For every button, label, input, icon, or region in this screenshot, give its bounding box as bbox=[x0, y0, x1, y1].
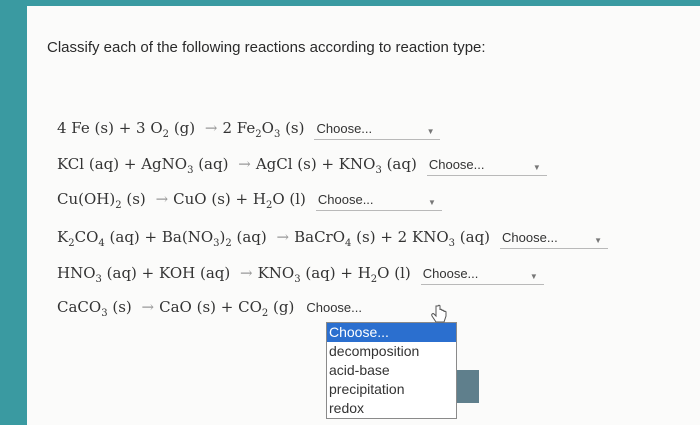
reaction-type-select-5[interactable]: Choose... ▼ bbox=[420, 266, 544, 285]
reaction-row-1: 4 Fe (s) + 3 O2 (g) → 2 Fe2O3 (s) Choose.… bbox=[57, 119, 441, 140]
reaction-type-select-6[interactable]: Choose... bbox=[304, 300, 382, 318]
reaction-type-select-2[interactable]: Choose... ▼ bbox=[426, 157, 547, 176]
option-precipitation[interactable]: precipitation bbox=[327, 380, 456, 399]
question-panel: Classify each of the following reactions… bbox=[27, 6, 700, 425]
reaction-equation-6: CaCO3 (s) → CaO (s) + CO2 (g) bbox=[57, 298, 295, 319]
reaction-type-select-3[interactable]: Choose... ▼ bbox=[315, 192, 442, 211]
reaction-type-dropdown[interactable]: Choose... decomposition acid-base precip… bbox=[326, 322, 457, 419]
reaction-equation-3: Cu(OH)2 (s) → CuO (s) + H2O (l) bbox=[57, 190, 306, 211]
reaction-row-4: K2CO4 (aq) + Ba(NO3)2 (aq) → BaCrO4 (s) +… bbox=[57, 228, 609, 249]
chevron-down-icon: ▼ bbox=[532, 163, 541, 172]
chevron-down-icon: ▼ bbox=[594, 236, 603, 245]
dark-square bbox=[457, 370, 479, 403]
reaction-row-3: Cu(OH)2 (s) → CuO (s) + H2O (l) Choose...… bbox=[57, 190, 442, 211]
arrow-icon: → bbox=[155, 190, 169, 208]
chevron-down-icon: ▼ bbox=[426, 127, 435, 136]
arrow-icon: → bbox=[238, 155, 251, 173]
arrow-icon: → bbox=[239, 264, 253, 282]
arrow-icon: → bbox=[141, 298, 155, 316]
reaction-type-select-1[interactable]: Choose... ▼ bbox=[314, 121, 441, 140]
reaction-row-5: HNO3 (aq) + KOH (aq) → KNO3 (aq) + H2O (l… bbox=[57, 264, 544, 285]
reaction-type-select-4[interactable]: Choose... ▼ bbox=[500, 230, 609, 249]
option-acid-base[interactable]: acid-base bbox=[327, 361, 456, 380]
option-redox[interactable]: redox bbox=[327, 399, 456, 418]
hand-cursor-icon bbox=[431, 304, 447, 323]
reaction-equation-1: 4 Fe (s) + 3 O2 (g) → 2 Fe2O3 (s) bbox=[57, 119, 305, 140]
option-decomposition[interactable]: decomposition bbox=[327, 342, 456, 361]
reaction-equation-4: K2CO4 (aq) + Ba(NO3)2 (aq) → BaCrO4 (s) +… bbox=[57, 228, 491, 249]
arrow-icon: → bbox=[204, 119, 218, 137]
chevron-down-icon: ▼ bbox=[427, 198, 436, 207]
reaction-equation-5: HNO3 (aq) + KOH (aq) → KNO3 (aq) + H2O (l… bbox=[57, 264, 411, 285]
reaction-equation-2: KCl (aq) + AgNO3 (aq) → AgCl (s) + KNO3 (… bbox=[57, 155, 417, 176]
arrow-icon: → bbox=[276, 228, 290, 246]
chevron-down-icon: ▼ bbox=[529, 272, 538, 281]
question-text: Classify each of the following reactions… bbox=[47, 39, 486, 56]
reaction-row-6: CaCO3 (s) → CaO (s) + CO2 (g) Choose... bbox=[57, 298, 382, 319]
reaction-row-2: KCl (aq) + AgNO3 (aq) → AgCl (s) + KNO3 (… bbox=[57, 155, 547, 176]
